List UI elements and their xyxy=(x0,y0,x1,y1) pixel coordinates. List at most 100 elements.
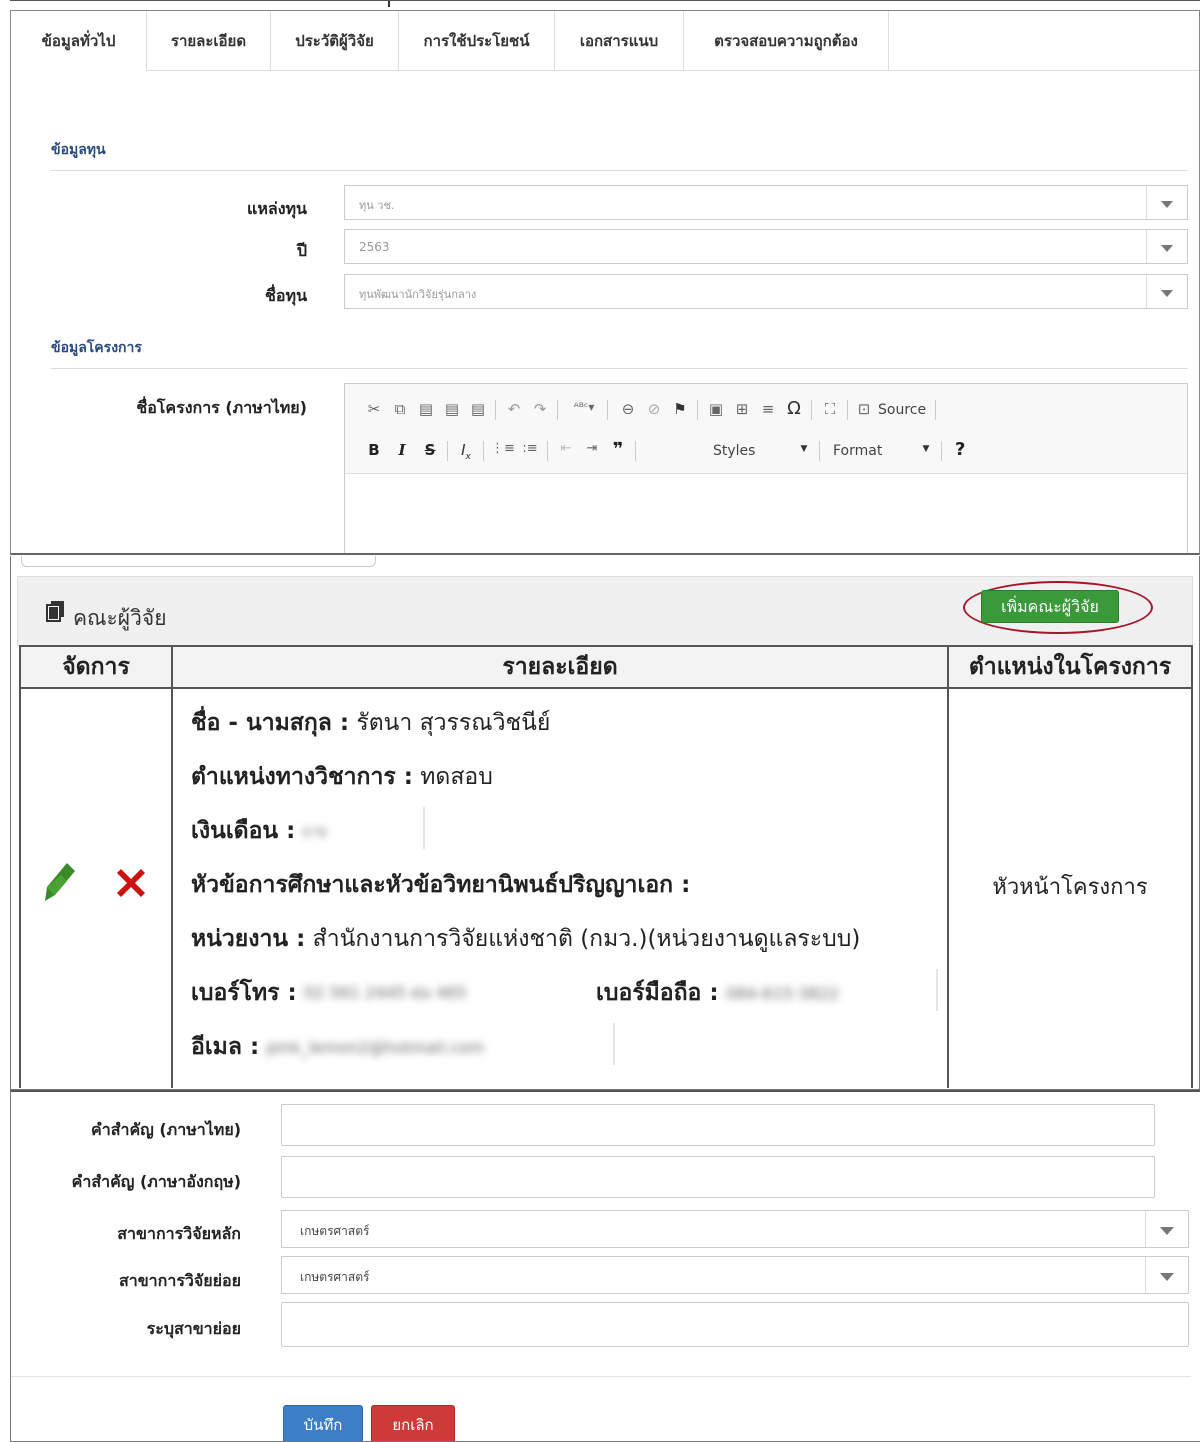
indent-icon[interactable]: ⇥ xyxy=(581,441,603,456)
numbered-list-icon[interactable]: ⋮≡ xyxy=(491,441,515,456)
save-button[interactable]: บันทึก xyxy=(283,1405,363,1441)
tab-utilization[interactable]: การใช้ประโยชน์ xyxy=(399,11,555,70)
remove-format-icon[interactable]: Ix xyxy=(455,441,477,462)
caret-down-icon[interactable]: ▼ xyxy=(793,444,815,454)
email-label: อีเมล : xyxy=(191,1034,260,1060)
copy-icon[interactable]: ⧉ xyxy=(389,400,411,418)
keyword-th-label: คำสำคัญ (ภาษาไทย) xyxy=(91,1120,241,1139)
horizontal-line-icon[interactable]: ≡ xyxy=(757,400,779,418)
keyword-en-input[interactable] xyxy=(281,1156,1155,1198)
blockquote-icon[interactable]: ❞ xyxy=(607,439,629,460)
rich-text-editor: ✂ ⧉ ▤ ▤ ▤ ↶ ↷ ᴬᴮᶜ▾ ⊖ ⊘ ⚑ ▣ ⊞ ≡ Ω ⛶ ⊡ Sou… xyxy=(344,383,1188,553)
spellcheck-icon[interactable]: ᴬᴮᶜ▾ xyxy=(567,400,601,414)
caret-down-icon[interactable]: ▼ xyxy=(915,444,937,454)
divider xyxy=(51,368,1188,369)
unit-value: สำนักงานการวิจัยแห่งชาติ (กมว.)(หน่วยงาน… xyxy=(312,926,861,952)
tab-verification[interactable]: ตรวจสอบความถูกต้อง xyxy=(684,11,889,70)
cut-icon[interactable]: ✂ xyxy=(363,400,385,418)
chevron-down-icon xyxy=(1160,1273,1174,1281)
source-button[interactable]: Source xyxy=(878,402,926,418)
thesis-row: หัวข้อการศึกษาและหัวข้อวิทยานิพนธ์ปริญญา… xyxy=(191,867,690,903)
col-manage-header: จัดการ xyxy=(19,645,173,689)
source-icon[interactable]: ⊡ xyxy=(853,400,875,418)
phone-row: เบอร์โทร : 02 561 2445 ต่อ 465 xyxy=(191,975,534,1011)
divider xyxy=(11,1376,1191,1377)
phone-label: เบอร์โทร : xyxy=(191,980,297,1006)
paste-icon[interactable]: ▤ xyxy=(415,400,437,418)
col-position-header: ตำแหน่งในโครงการ xyxy=(947,645,1193,689)
paste-word-icon[interactable]: ▤ xyxy=(467,400,489,418)
phone-value: 02 561 2445 ต่อ 465 xyxy=(304,983,467,1002)
mobile-label: เบอร์มือถือ : xyxy=(596,980,719,1006)
detail-cell: ชื่อ - นามสกุล : รัตนา สุวรรณวิชนีย์ ตำแ… xyxy=(171,687,949,1088)
bold-icon[interactable]: B xyxy=(363,441,385,459)
outdent-icon[interactable]: ⇤ xyxy=(555,441,577,456)
email-value: pink_lemon2@hotmail.com xyxy=(266,1038,485,1057)
table-icon[interactable]: ⊞ xyxy=(731,400,753,418)
table-row: ชื่อ - นามสกุล : รัตนา สุวรรณวิชนีย์ ตำแ… xyxy=(19,687,1193,1088)
keywords-panel: คำสำคัญ (ภาษาไทย) คำสำคัญ (ภาษาอังกฤษ) ส… xyxy=(10,1090,1200,1442)
keyword-th-input[interactable] xyxy=(281,1104,1155,1146)
maximize-icon[interactable]: ⛶ xyxy=(819,400,841,418)
paste-text-icon[interactable]: ▤ xyxy=(441,400,463,418)
unit-row: หน่วยงาน : สำนักงานการวิจัยแห่งชาติ (กมว… xyxy=(191,921,860,957)
sub-branch-select[interactable]: เกษตรศาสตร์ xyxy=(281,1256,1189,1294)
divider xyxy=(51,170,1188,171)
redo-icon[interactable]: ↷ xyxy=(529,400,551,418)
salary-value: ยาย xyxy=(302,823,327,840)
fund-name-select[interactable]: ทุนพัฒนานักวิจัยรุ่นกลาง xyxy=(344,274,1188,309)
fund-source-select[interactable]: ทุน วช. xyxy=(344,185,1188,220)
email-row: อีเมล : pink_lemon2@hotmail.com xyxy=(191,1029,484,1065)
tab-bar: ข้อมูลทั่วไป รายละเอียด ประวัติผู้วิจัย … xyxy=(11,11,1199,72)
name-row: ชื่อ - นามสกุล : รัตนา สุวรรณวิชนีย์ xyxy=(191,705,550,741)
general-info-panel: ข้อมูลทั่วไป รายละเอียด ประวัติผู้วิจัย … xyxy=(10,10,1200,555)
name-value: รัตนา สุวรรณวิชนีย์ xyxy=(356,710,551,736)
editor-content-area[interactable] xyxy=(345,475,1187,553)
project-section-heading: ข้อมูลโครงการ xyxy=(51,340,142,356)
special-char-icon[interactable]: Ω xyxy=(783,398,805,419)
styles-dropdown[interactable]: Styles xyxy=(713,443,755,459)
fund-section-heading: ข้อมูลทุน xyxy=(51,142,106,158)
main-branch-label: สาขาการวิจัยหลัก xyxy=(117,1224,241,1243)
chevron-down-icon xyxy=(1161,290,1173,297)
top-border xyxy=(10,0,1200,10)
year-label: ปี xyxy=(296,241,307,260)
main-branch-value: เกษตรศาสตร์ xyxy=(300,1224,370,1238)
manage-cell xyxy=(19,687,173,1088)
add-researcher-button[interactable]: เพิ่มคณะผู้วิจัย xyxy=(981,590,1119,623)
specify-sub-branch-input[interactable] xyxy=(281,1302,1189,1347)
position-cell: หัวหน้าโครงการ xyxy=(947,687,1193,1088)
keyword-en-label: คำสำคัญ (ภาษาอังกฤษ) xyxy=(71,1172,241,1191)
edit-pencil-icon[interactable] xyxy=(43,861,77,909)
link-icon[interactable]: ⊖ xyxy=(617,400,639,418)
fund-name-label: ชื่อทุน xyxy=(265,286,307,305)
chevron-down-icon xyxy=(1160,1227,1174,1235)
format-dropdown[interactable]: Format xyxy=(833,443,882,459)
project-name-th-label: ชื่อโครงการ (ภาษาไทย) xyxy=(136,398,307,417)
undo-icon[interactable]: ↶ xyxy=(503,400,525,418)
image-icon[interactable]: ▣ xyxy=(705,400,727,418)
editor-toolbar: ✂ ⧉ ▤ ▤ ▤ ↶ ↷ ᴬᴮᶜ▾ ⊖ ⊘ ⚑ ▣ ⊞ ≡ Ω ⛶ ⊡ Sou… xyxy=(345,384,1187,474)
sub-branch-label: สาขาการวิจัยย่อย xyxy=(118,1271,241,1290)
year-select[interactable]: 2563 xyxy=(344,229,1188,264)
main-branch-select[interactable]: เกษตรศาสตร์ xyxy=(281,1210,1189,1248)
thesis-label: หัวข้อการศึกษาและหัวข้อวิทยานิพนธ์ปริญญา… xyxy=(191,872,691,898)
unlink-icon[interactable]: ⊘ xyxy=(643,400,665,418)
col-detail-header: รายละเอียด xyxy=(171,645,949,689)
tab-researcher-history[interactable]: ประวัติผู้วิจัย xyxy=(271,11,399,70)
academic-position-value: ทดสอบ xyxy=(420,764,493,790)
research-team-table: จัดการ รายละเอียด ตำแหน่งในโครงการ ชื่อ … xyxy=(19,645,1193,1088)
help-button[interactable]: ? xyxy=(955,439,965,460)
chevron-down-icon xyxy=(1161,245,1173,252)
delete-x-icon[interactable] xyxy=(113,865,149,905)
tab-general-info[interactable]: ข้อมูลทั่วไป xyxy=(11,11,147,72)
tab-attachments[interactable]: เอกสารแนบ xyxy=(555,11,684,70)
academic-position-row: ตำแหน่งทางวิชาการ : ทดสอบ xyxy=(191,759,493,795)
cancel-button[interactable]: ยกเลิก xyxy=(371,1405,455,1441)
tab-details[interactable]: รายละเอียด xyxy=(147,11,271,70)
strikethrough-icon[interactable]: S xyxy=(419,441,441,459)
bulleted-list-icon[interactable]: :≡ xyxy=(519,441,541,456)
anchor-flag-icon[interactable]: ⚑ xyxy=(669,400,691,418)
research-team-panel: คณะผู้วิจัย เพิ่มคณะผู้วิจัย จัดการ รายล… xyxy=(10,556,1200,1090)
italic-icon[interactable]: I xyxy=(391,441,413,459)
